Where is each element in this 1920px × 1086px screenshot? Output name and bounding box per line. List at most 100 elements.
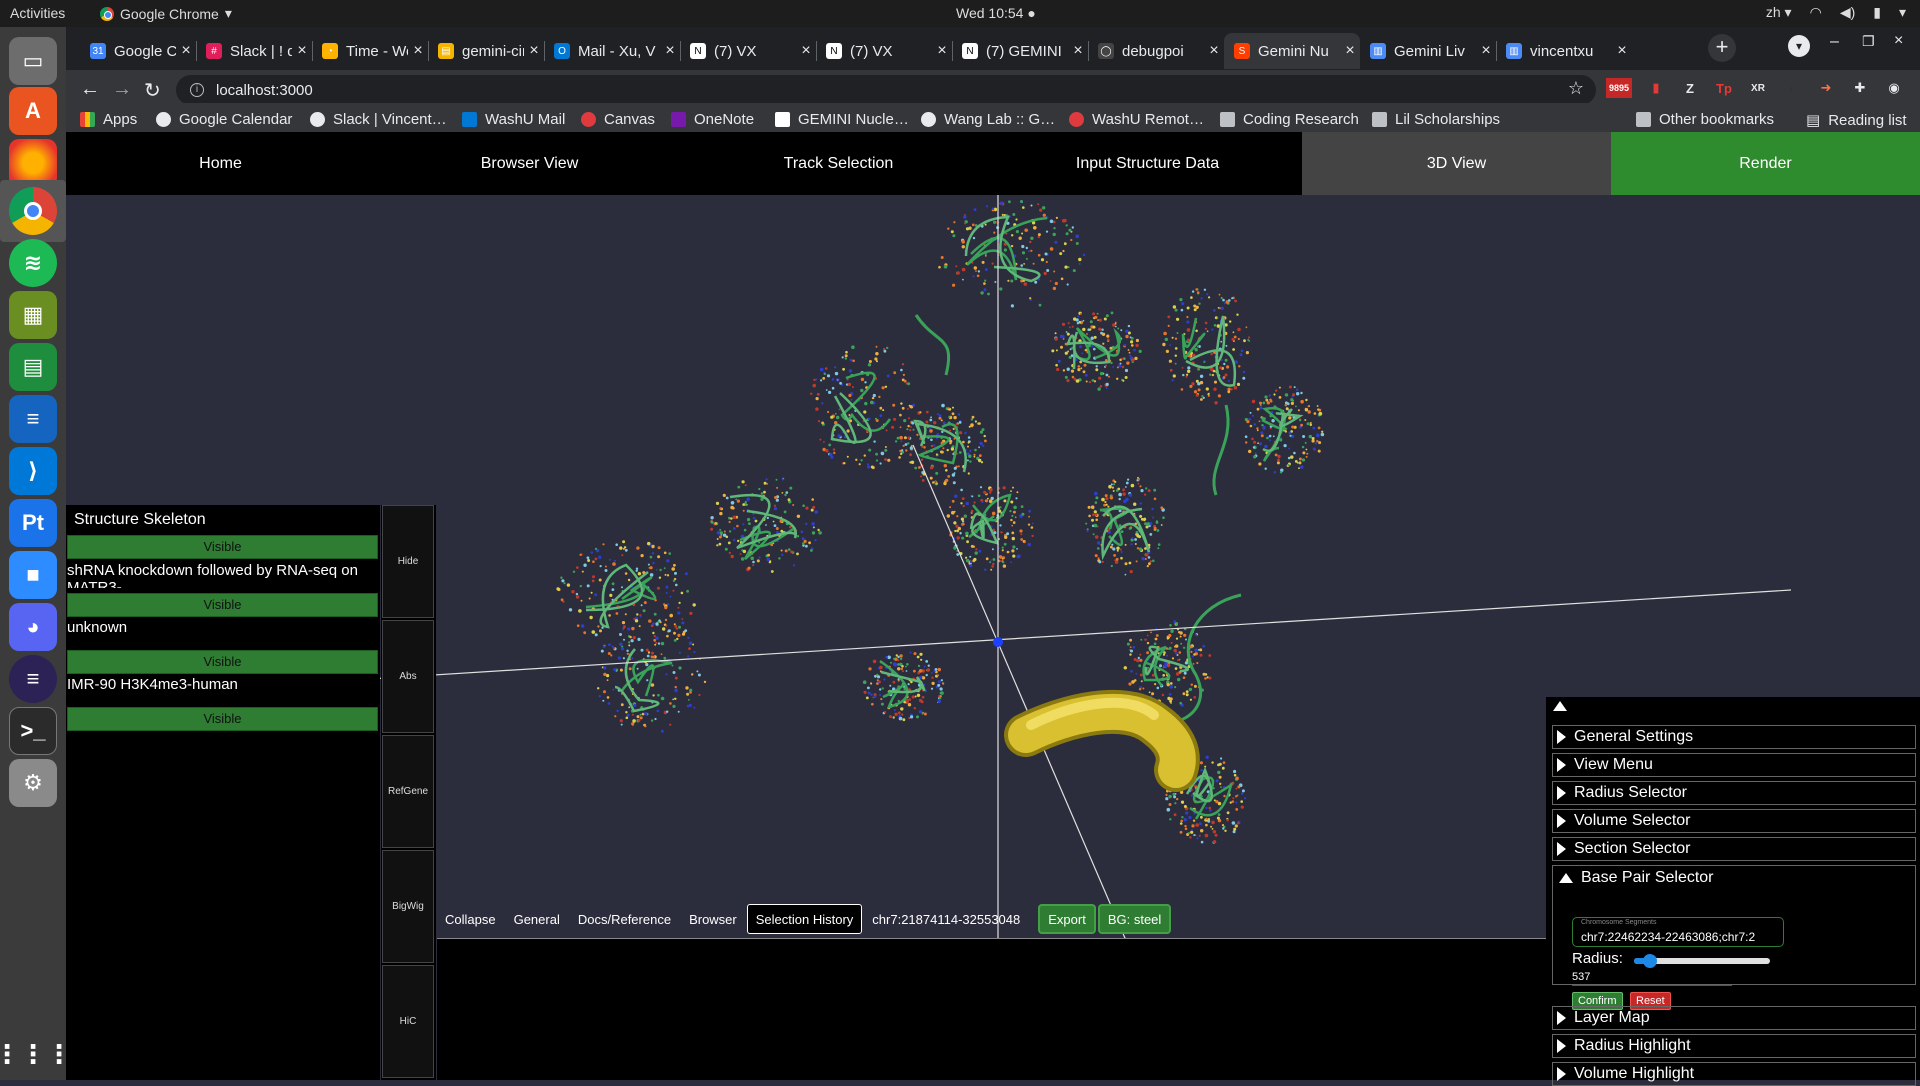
- minecraft-icon[interactable]: ▦: [9, 291, 57, 339]
- restore-icon[interactable]: ❐: [1862, 33, 1875, 50]
- folder-layer-map[interactable]: Layer Map: [1552, 1006, 1916, 1030]
- back-icon[interactable]: ←: [80, 78, 100, 101]
- collapse-button[interactable]: Collapse: [437, 904, 504, 934]
- reading-list[interactable]: ▤ Reading list: [1806, 111, 1907, 130]
- visible-button[interactable]: Visible: [67, 707, 378, 731]
- tab-search-icon[interactable]: ▾: [1788, 35, 1810, 57]
- extension-dark-icon[interactable]: ◐: [1782, 78, 1802, 98]
- bookmark-star-icon[interactable]: ☆: [1568, 78, 1584, 99]
- software-center-icon[interactable]: A: [9, 87, 57, 135]
- visible-button[interactable]: Visible: [67, 650, 378, 674]
- nav-input-structure-data[interactable]: Input Structure Data: [993, 132, 1302, 195]
- close-icon[interactable]: ×: [1204, 42, 1224, 60]
- extension-z[interactable]: Z: [1680, 78, 1700, 98]
- visible-button[interactable]: Visible: [67, 535, 378, 559]
- browser-tab[interactable]: N (7) VX ×: [680, 33, 817, 69]
- nav-home[interactable]: Home: [66, 132, 375, 195]
- selection-history-tab[interactable]: Selection History: [746, 904, 863, 934]
- folder-volume-selector[interactable]: Volume Selector: [1552, 809, 1916, 833]
- bookmark-item[interactable]: WashU Remot…: [1069, 111, 1204, 128]
- discord-icon[interactable]: ◕: [9, 603, 57, 651]
- background-button[interactable]: BG: steel: [1097, 904, 1172, 934]
- bookmark-item[interactable]: Google Calendar: [156, 111, 292, 128]
- close-icon[interactable]: ×: [524, 42, 544, 60]
- nav-3d-view[interactable]: 3D View: [1302, 132, 1611, 195]
- hic-button[interactable]: HiC: [382, 965, 434, 1078]
- bookmark-item[interactable]: Slack | Vincent…: [310, 111, 447, 128]
- other-bookmarks[interactable]: Other bookmarks: [1636, 111, 1774, 128]
- forward-icon[interactable]: →: [112, 78, 132, 101]
- profile-avatar-icon[interactable]: ◉: [1884, 78, 1904, 98]
- visible-button[interactable]: Visible: [67, 593, 378, 617]
- browser-tab-button[interactable]: Browser: [681, 904, 745, 934]
- app-menu[interactable]: Google Chrome ▾: [100, 5, 232, 22]
- chromosome-segments-input[interactable]: Chromosome Segments chr7:22462234-224630…: [1572, 917, 1784, 947]
- window-close-icon[interactable]: ×: [1894, 32, 1903, 50]
- bigwig-button[interactable]: BigWig: [382, 850, 434, 963]
- refgene-button[interactable]: RefGene: [382, 735, 434, 848]
- nav-track-selection[interactable]: Track Selection: [684, 132, 993, 195]
- bookmark-item[interactable]: Canvas: [581, 111, 655, 128]
- close-icon[interactable]: ×: [1476, 42, 1496, 60]
- bookmark-ext-icon[interactable]: ▮: [1646, 78, 1666, 98]
- close-icon[interactable]: ×: [176, 42, 196, 60]
- bookmark-folder[interactable]: Lil Scholarships: [1372, 111, 1500, 128]
- close-icon[interactable]: ×: [660, 42, 680, 60]
- show-apps-icon[interactable]: ⋮⋮⋮: [0, 1030, 72, 1078]
- radius-slider[interactable]: [1634, 954, 1770, 968]
- new-tab-button[interactable]: +: [1708, 34, 1736, 62]
- bookmark-item[interactable]: Apps: [80, 111, 137, 128]
- browser-tab[interactable]: 31Google Ca×: [80, 33, 197, 69]
- bookmark-folder[interactable]: Coding Research: [1220, 111, 1359, 128]
- folder-volume-highlight[interactable]: Volume Highlight: [1552, 1062, 1916, 1086]
- folder-section-selector[interactable]: Section Selector: [1552, 837, 1916, 861]
- language-indicator[interactable]: zh ▾: [1766, 4, 1792, 21]
- spotify-icon[interactable]: ≋: [9, 239, 57, 287]
- close-icon[interactable]: ×: [1612, 42, 1632, 60]
- chrome-dock-icon[interactable]: [9, 187, 57, 235]
- document-icon[interactable]: ≡: [9, 395, 57, 443]
- close-icon[interactable]: ×: [1068, 42, 1088, 60]
- extension-xr[interactable]: XR: [1748, 78, 1768, 98]
- address-bar[interactable]: i localhost:3000 ☆: [176, 75, 1596, 105]
- pt-icon[interactable]: Pt: [9, 499, 57, 547]
- close-icon[interactable]: ×: [292, 42, 312, 60]
- nav-render[interactable]: Render: [1611, 132, 1920, 195]
- activities-button[interactable]: Activities: [10, 5, 65, 21]
- hide-button[interactable]: Hide: [382, 505, 434, 618]
- extension-tp[interactable]: Tp: [1714, 78, 1734, 98]
- browser-tab[interactable]: ▤ gemini-cir ×: [428, 33, 545, 69]
- files-icon[interactable]: ▭: [9, 37, 57, 85]
- bookmark-item[interactable]: OneNote: [671, 111, 754, 128]
- extension-badge[interactable]: 9895: [1606, 78, 1632, 98]
- folder-radius-highlight[interactable]: Radius Highlight: [1552, 1034, 1916, 1058]
- export-button[interactable]: Export: [1038, 904, 1096, 934]
- browser-tab[interactable]: ▥ vincentxu ×: [1496, 33, 1632, 69]
- bookmark-item[interactable]: WashU Mail: [462, 111, 565, 128]
- general-tab[interactable]: General: [506, 904, 568, 934]
- browser-tab[interactable]: ◯ debugpoi ×: [1088, 33, 1225, 69]
- minimize-icon[interactable]: –: [1830, 33, 1839, 51]
- close-icon[interactable]: ×: [796, 42, 816, 60]
- browser-tab[interactable]: ▥ Gemini Liv ×: [1360, 33, 1497, 69]
- browser-tab[interactable]: #Slack | ! dp×: [196, 33, 313, 69]
- docs-reference-tab[interactable]: Docs/Reference: [570, 904, 679, 934]
- bookmark-item[interactable]: GEMINI Nucle…: [775, 111, 909, 128]
- bookmark-item[interactable]: Wang Lab :: G…: [921, 111, 1055, 128]
- clock[interactable]: Wed 10:54 ●: [956, 5, 1036, 21]
- nav-browser-view[interactable]: Browser View: [375, 132, 684, 195]
- folder-view-menu[interactable]: View Menu: [1552, 753, 1916, 777]
- folder-general-settings[interactable]: General Settings: [1552, 725, 1916, 749]
- site-info-icon[interactable]: i: [190, 83, 204, 97]
- spreadsheet-icon[interactable]: ▤: [9, 343, 57, 391]
- zoom-icon[interactable]: ■: [9, 551, 57, 599]
- abs-button[interactable]: Abs: [382, 620, 434, 733]
- folder-radius-selector[interactable]: Radius Selector: [1552, 781, 1916, 805]
- terminal-icon[interactable]: >_: [9, 707, 57, 755]
- extensions-puzzle-icon[interactable]: ✚: [1850, 78, 1870, 98]
- reload-icon[interactable]: ↻: [144, 78, 161, 103]
- browser-tab-active[interactable]: S Gemini Nu ×: [1224, 33, 1360, 69]
- settings-icon[interactable]: ⚙: [9, 759, 57, 807]
- browser-tab[interactable]: N (7) VX ×: [816, 33, 953, 69]
- close-icon[interactable]: ×: [932, 42, 952, 60]
